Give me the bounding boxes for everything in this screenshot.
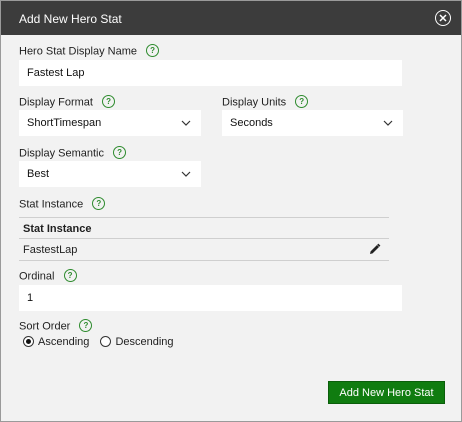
pencil-icon[interactable]	[368, 243, 381, 256]
close-icon[interactable]	[435, 10, 451, 26]
column-header: Stat Instance	[23, 223, 92, 235]
stat-instance-label-row: Stat Instance ?	[19, 197, 106, 211]
display-format-value: ShortTimespan	[27, 117, 102, 129]
ordinal-label: Ordinal	[19, 270, 55, 283]
descending-label: Descending	[115, 336, 174, 348]
stat-instance-value: FastestLap	[23, 244, 78, 256]
display-units-value: Seconds	[230, 117, 273, 129]
ordinal-input[interactable]: 1	[19, 285, 402, 311]
radio-checked-icon	[23, 335, 34, 347]
display-format-label-row: Display Format ?	[19, 95, 116, 109]
help-icon[interactable]: ?	[113, 146, 127, 159]
stat-instance-label: Stat Instance	[19, 198, 84, 211]
display-name-label-row: Hero Stat Display Name ?	[19, 44, 160, 58]
chevron-down-icon	[181, 171, 191, 177]
help-icon[interactable]: ?	[146, 44, 160, 57]
help-icon[interactable]: ?	[92, 197, 106, 210]
display-units-select[interactable]: Seconds	[222, 110, 403, 136]
display-semantic-label-row: Display Semantic ?	[19, 146, 127, 160]
sort-order-label: Sort Order	[19, 320, 71, 333]
chevron-down-icon	[383, 120, 393, 126]
chevron-down-icon	[181, 120, 191, 126]
add-hero-stat-dialog: Add New Hero Stat Hero Stat Display Name…	[0, 0, 462, 422]
table-row: FastestLap	[19, 239, 389, 261]
display-format-label: Display Format	[19, 96, 93, 109]
descending-radio[interactable]: Descending	[100, 335, 174, 348]
dialog-titlebar: Add New Hero Stat	[1, 1, 461, 35]
help-icon[interactable]: ?	[102, 95, 116, 108]
display-format-select[interactable]: ShortTimespan	[19, 110, 201, 136]
display-name-input[interactable]: Fastest Lap	[19, 60, 402, 86]
ordinal-value: 1	[27, 292, 34, 304]
ascending-label: Ascending	[38, 336, 90, 348]
display-units-label: Display Units	[222, 96, 287, 109]
help-icon[interactable]: ?	[295, 95, 309, 108]
dialog-title: Add New Hero Stat	[19, 12, 122, 26]
ascending-radio[interactable]: Ascending	[23, 335, 90, 348]
radio-unchecked-icon	[100, 335, 112, 347]
display-name-value: Fastest Lap	[27, 67, 85, 79]
sort-order-label-row: Sort Order ?	[19, 319, 93, 333]
display-name-label: Hero Stat Display Name	[19, 45, 137, 58]
display-semantic-select[interactable]: Best	[19, 161, 201, 187]
display-units-label-row: Display Units ?	[222, 95, 309, 109]
display-semantic-label: Display Semantic	[19, 147, 104, 160]
help-icon[interactable]: ?	[79, 319, 93, 332]
sort-order-radio-group: Ascending Descending	[23, 335, 182, 348]
help-icon[interactable]: ?	[63, 269, 77, 282]
ordinal-label-row: Ordinal ?	[19, 269, 77, 283]
stat-instance-table-header: Stat Instance	[19, 217, 389, 239]
display-semantic-value: Best	[27, 168, 50, 180]
add-new-hero-stat-button[interactable]: Add New Hero Stat	[328, 381, 445, 404]
